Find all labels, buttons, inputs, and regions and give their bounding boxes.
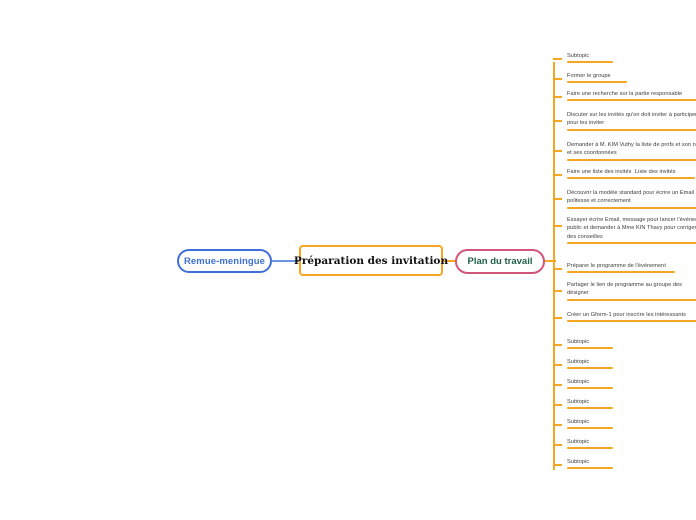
branch-stub [553,444,562,446]
subtopic-underline [567,447,613,450]
subtopic-underline [567,128,696,131]
branch-stub [553,96,562,98]
subtopic-underline [567,99,696,102]
subtopic-underline [567,177,639,180]
branch-stub [553,317,562,319]
node-central-topic[interactable]: Préparation des invitation [294,245,448,276]
branch-stub [553,364,562,366]
subtopic-label: Subtopic [567,419,590,425]
subtopic-item[interactable]: Préparer le programme de l'événement [553,262,696,274]
subtopic-underline [567,298,696,301]
subtopic-item[interactable]: Subtopic [553,52,696,64]
subtopic-item[interactable]: Faire une liste des invités Liste des inv… [553,168,696,180]
subtopic-underline [567,61,613,64]
subtopic-label: Discuter sur les invités qu'on doit invi… [567,112,696,127]
subtopic-label: Subtopic [567,53,590,59]
subtopic-label: Faire une recherche sur la partie respon… [567,91,683,97]
subtopic-underline [567,158,696,161]
subtopic-label: Subtopic [567,439,590,445]
subtopic-underline [567,242,696,245]
subtopic-label: Subtopic [567,459,590,465]
subtopic-underline [567,271,675,274]
subtopic-item[interactable]: Former le groupe [553,72,696,84]
subtopic-item[interactable]: Demander à M. KIM Vuthy la liste de prof… [553,141,696,161]
subtopic-label: Demander à M. KIM Vuthy la liste de prof… [567,142,696,157]
branch-stub [553,120,562,122]
subtopic-item[interactable]: Faire une recherche sur la partie respon… [553,90,696,102]
subtopic-underline [567,320,696,323]
subtopic-child-underline [635,177,695,180]
branch-stub [553,268,562,270]
branch-spine [553,62,555,470]
subtopic-item[interactable]: Subtopic [553,378,696,390]
subtopic-item[interactable]: Subtopic [553,338,696,350]
branch-stub [553,150,562,152]
subtopic-item[interactable]: Subtopic [553,398,696,410]
branch-stub [553,174,562,176]
subtopic-label: Subtopic [567,339,590,345]
subtopic-item[interactable]: Subtopic [553,358,696,370]
branch-stub [553,404,562,406]
subtopic-label: Former le groupe [567,73,611,79]
subtopic-underline [567,427,613,430]
subtopic-label: Préparer le programme de l'événement [567,263,666,269]
subtopic-underline [567,467,613,470]
branch-stub [553,225,562,227]
subtopic-underline [567,206,696,209]
mindmap-canvas: Remue-meningue Préparation des invitatio… [0,0,696,520]
branch-stub [553,384,562,386]
subtopic-underline [567,81,627,84]
subtopic-label: Découvrir la modèle standard pour écrire… [567,190,696,205]
subtopic-child-item[interactable]: Liste des invités [633,168,696,180]
subtopic-item[interactable]: Subtopic [553,458,696,470]
subtopic-underline [567,367,613,370]
branch-stub [553,58,562,60]
subtopic-underline [567,407,613,410]
subtopic-label: Subtopic [567,379,590,385]
subtopic-item[interactable]: Essayer écrire Email, message pour lance… [553,216,696,245]
subtopic-underline [567,347,613,350]
branch-stub [553,344,562,346]
branch-stub [553,424,562,426]
subtopic-child-label: Liste des invités [635,169,676,175]
branch-stub [553,198,562,200]
node-remue-meningue-label: Remue-meningue [183,255,266,267]
subtopic-item[interactable]: Découvrir la modèle standard pour écrire… [553,189,696,209]
subtopic-item[interactable]: Discuter sur les invités qu'on doit invi… [553,111,696,131]
node-plan-du-travail-label: Plan du travail [467,256,533,267]
subtopic-item[interactable]: Subtopic [553,418,696,430]
subtopic-label: Partager le lien de programme au groupe … [567,282,683,297]
subtopic-label: Subtopic [567,359,590,365]
subtopic-item[interactable]: Créer un Gform-1 pour inscrire les intér… [553,311,696,323]
subtopic-label: Créer un Gform-1 pour inscrire les intér… [567,312,686,318]
subtopic-label: Essayer écrire Email, message pour lance… [567,217,696,240]
subtopic-label: Subtopic [567,399,590,405]
branch-stub [553,464,562,466]
branch-stub [553,290,562,292]
subtopic-underline [567,387,613,390]
node-central-topic-label: Préparation des invitation [293,254,449,267]
subtopic-item[interactable]: Subtopic [553,438,696,450]
subtopic-item[interactable]: Partager le lien de programme au groupe … [553,281,696,301]
node-plan-du-travail[interactable]: Plan du travail [455,249,545,274]
branch-stub [553,78,562,80]
node-remue-meningue[interactable]: Remue-meningue [177,249,272,273]
